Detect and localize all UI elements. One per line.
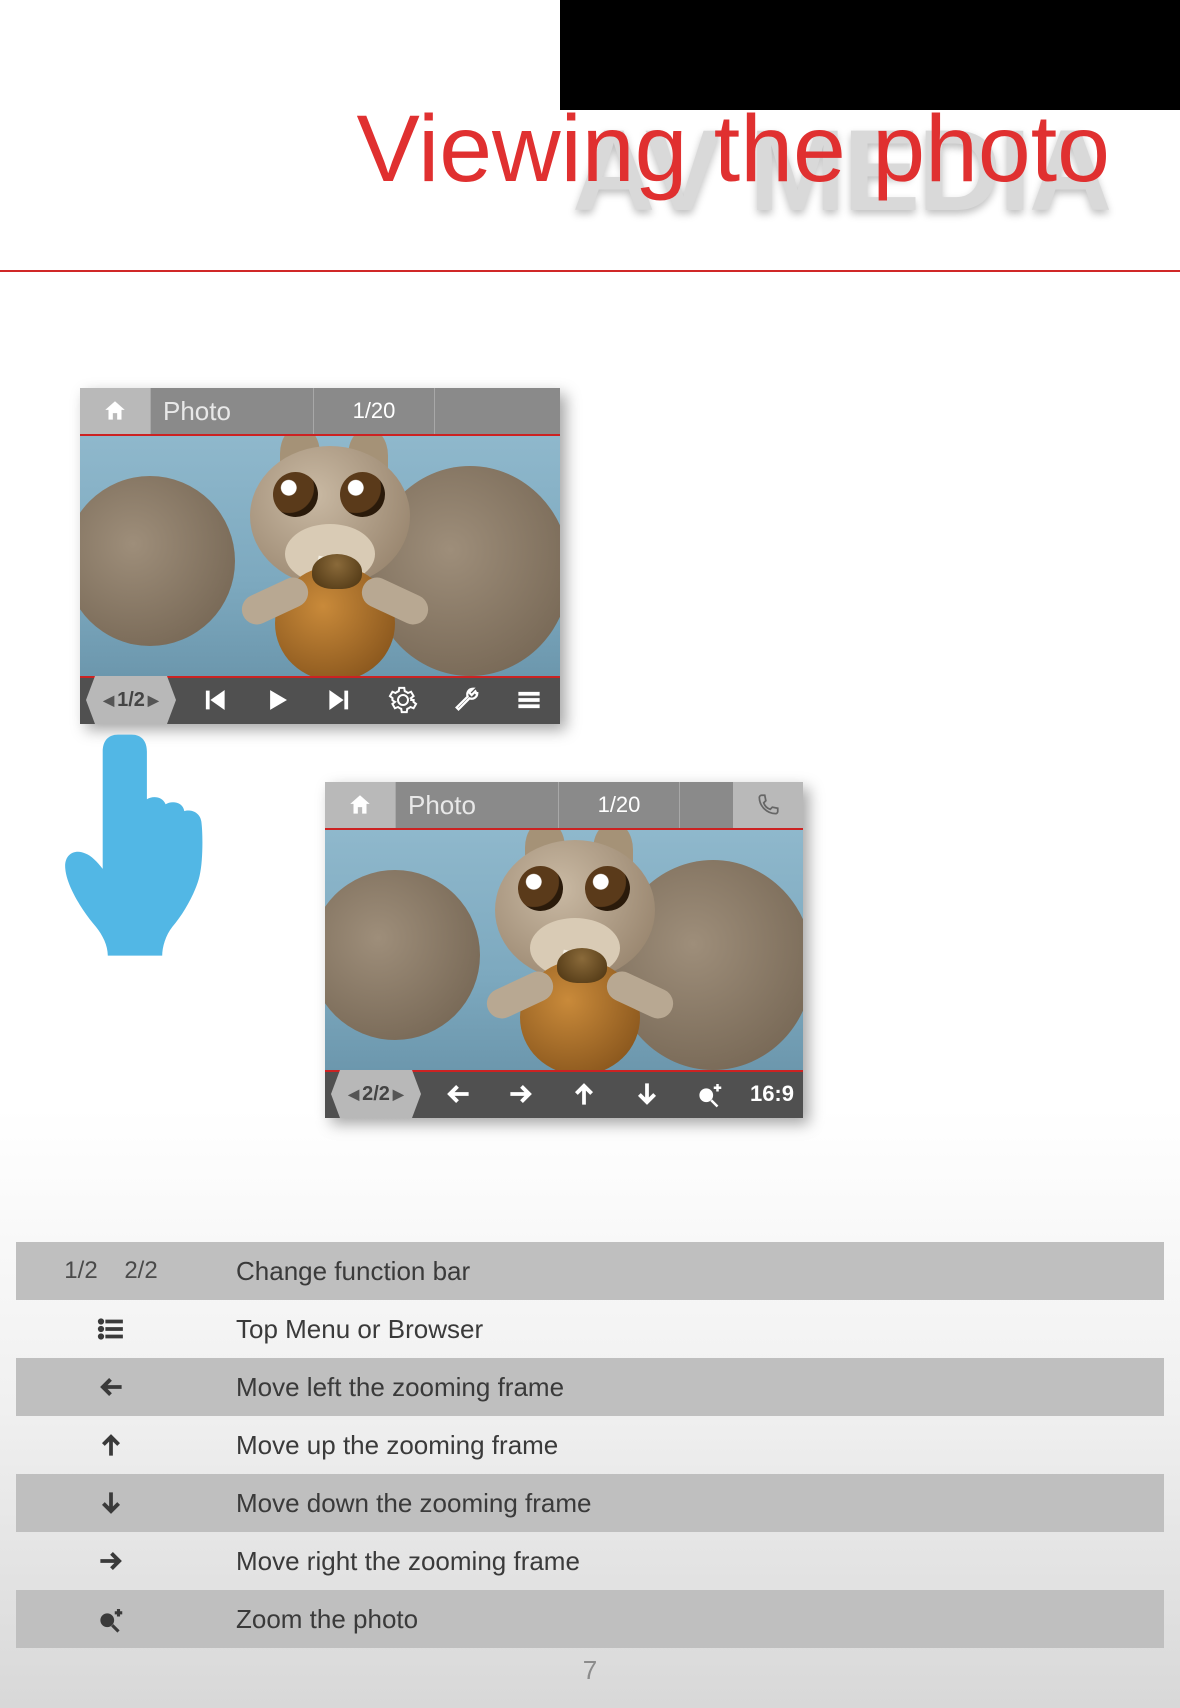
function-legend-table: 1/2 2/2 Change function bar Top Menu or … bbox=[16, 1242, 1164, 1648]
home-icon bbox=[347, 792, 373, 818]
phone-icon bbox=[755, 792, 781, 818]
pan-up-button[interactable] bbox=[553, 1070, 616, 1118]
settings-button[interactable] bbox=[371, 676, 434, 724]
gear-icon bbox=[388, 685, 418, 715]
function-page-toggle[interactable]: ◀1/2▶ bbox=[86, 676, 176, 724]
photo-viewer-page2: Photo 1/20 ◀2/2▶ bbox=[325, 782, 803, 1118]
function-page-toggle[interactable]: ◀2/2▶ bbox=[331, 1070, 421, 1118]
device2-photo-count: 1/20 bbox=[559, 782, 680, 828]
legend-icon-zoom bbox=[16, 1604, 206, 1634]
device1-photo-count: 1/20 bbox=[314, 388, 435, 434]
legend-row: Move right the zooming frame bbox=[16, 1532, 1164, 1590]
legend-desc: Change function bar bbox=[206, 1256, 1164, 1287]
previous-track-icon bbox=[199, 685, 229, 715]
legend-icon-left bbox=[16, 1372, 206, 1402]
legend-desc: Move down the zooming frame bbox=[206, 1488, 1164, 1519]
legend-icon-pager: 1/2 2/2 bbox=[16, 1257, 206, 1285]
legend-icon-down bbox=[16, 1488, 206, 1518]
device1-function-bar: ◀1/2▶ bbox=[80, 676, 560, 724]
page-number: 7 bbox=[0, 1655, 1180, 1686]
device1-photo-area bbox=[80, 436, 560, 678]
next-photo-button[interactable] bbox=[308, 676, 371, 724]
header-divider bbox=[0, 270, 1180, 272]
legend-desc: Top Menu or Browser bbox=[206, 1314, 1164, 1345]
device1-topbar: Photo 1/20 bbox=[80, 388, 560, 436]
legend-row: 1/2 2/2 Change function bar bbox=[16, 1242, 1164, 1300]
legend-row: Zoom the photo bbox=[16, 1590, 1164, 1648]
next-track-icon bbox=[325, 685, 355, 715]
tap-gesture-illustration bbox=[50, 720, 220, 960]
play-button[interactable] bbox=[245, 676, 308, 724]
device2-title: Photo bbox=[396, 782, 559, 828]
legend-desc: Move up the zooming frame bbox=[206, 1430, 1164, 1461]
pan-right-button[interactable] bbox=[490, 1070, 553, 1118]
zoom-icon bbox=[96, 1604, 126, 1634]
pan-left-button[interactable] bbox=[427, 1070, 490, 1118]
legend-row: Move up the zooming frame bbox=[16, 1416, 1164, 1474]
phone-button[interactable] bbox=[733, 782, 803, 828]
arrow-down-icon bbox=[632, 1079, 662, 1109]
arrow-down-icon bbox=[96, 1488, 126, 1518]
aspect-ratio-button[interactable]: 16:9 bbox=[741, 1070, 803, 1118]
prev-photo-button[interactable] bbox=[182, 676, 245, 724]
legend-desc: Move left the zooming frame bbox=[206, 1372, 1164, 1403]
arrow-left-icon bbox=[443, 1079, 473, 1109]
arrow-up-icon bbox=[569, 1079, 599, 1109]
tools-button[interactable] bbox=[434, 676, 497, 724]
home-button[interactable] bbox=[80, 388, 151, 434]
arrow-left-icon bbox=[96, 1372, 126, 1402]
legend-row: Move left the zooming frame bbox=[16, 1358, 1164, 1416]
arrow-right-icon bbox=[506, 1079, 536, 1109]
legend-row: Move down the zooming frame bbox=[16, 1474, 1164, 1532]
header-black-block bbox=[560, 0, 1180, 110]
zoom-button[interactable] bbox=[678, 1070, 741, 1118]
menu-button[interactable] bbox=[497, 676, 560, 724]
legend-desc: Move right the zooming frame bbox=[206, 1546, 1164, 1577]
legend-icon-menu bbox=[16, 1314, 206, 1344]
home-icon bbox=[102, 398, 128, 424]
arrow-right-icon bbox=[96, 1546, 126, 1576]
pan-down-button[interactable] bbox=[615, 1070, 678, 1118]
aspect-ratio-label: 16:9 bbox=[750, 1081, 794, 1107]
legend-row: Top Menu or Browser bbox=[16, 1300, 1164, 1358]
wrench-icon bbox=[451, 685, 481, 715]
device2-function-bar: ◀2/2▶ 16:9 bbox=[325, 1070, 803, 1118]
list-icon bbox=[514, 685, 544, 715]
list-bullets-icon bbox=[96, 1314, 126, 1344]
device2-topbar: Photo 1/20 bbox=[325, 782, 803, 830]
legend-icon-right bbox=[16, 1546, 206, 1576]
play-icon bbox=[262, 685, 292, 715]
device2-photo-area bbox=[325, 830, 803, 1072]
device1-title: Photo bbox=[151, 388, 314, 434]
page-title: Viewing the photo bbox=[0, 95, 1110, 204]
home-button[interactable] bbox=[325, 782, 396, 828]
arrow-up-icon bbox=[96, 1430, 126, 1460]
legend-desc: Zoom the photo bbox=[206, 1604, 1164, 1635]
page-header: AV MEDIA Viewing the photo bbox=[0, 95, 1180, 204]
photo-viewer-page1: Photo 1/20 ◀1/2▶ bbox=[80, 388, 560, 724]
zoom-icon bbox=[695, 1079, 725, 1109]
legend-icon-up bbox=[16, 1430, 206, 1460]
